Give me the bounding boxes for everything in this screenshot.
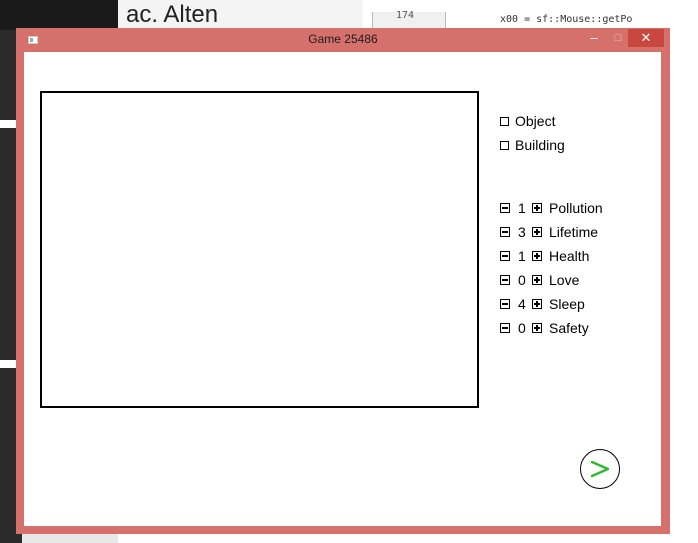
stat-value: 3 — [518, 224, 526, 240]
stat-name: Pollution — [549, 200, 603, 216]
decrement-icon[interactable] — [500, 323, 510, 333]
window-title: Game 25486 — [308, 32, 378, 46]
decrement-icon[interactable] — [500, 299, 510, 309]
decrement-icon[interactable] — [500, 275, 510, 285]
object-label: Object — [515, 113, 556, 129]
background-dark-area — [0, 0, 118, 30]
building-checkbox[interactable] — [500, 140, 509, 150]
background-scroll-number: 174 — [396, 10, 415, 21]
close-button[interactable]: ✕ — [628, 29, 664, 47]
stat-row-lifetime: 3 Lifetime — [500, 223, 598, 241]
increment-icon[interactable] — [532, 227, 542, 237]
decrement-icon[interactable] — [500, 203, 510, 213]
stat-name: Lifetime — [549, 224, 599, 240]
increment-icon[interactable] — [532, 275, 542, 285]
stat-name: Sleep — [549, 296, 585, 312]
next-button[interactable] — [580, 449, 620, 489]
game-client-area: Object Building 1 Pollution 3 Lifetime 1… — [24, 52, 661, 526]
minimize-button[interactable]: – — [584, 30, 604, 48]
stat-value: 1 — [518, 248, 526, 264]
stat-row-pollution: 1 Pollution — [500, 199, 603, 217]
game-canvas[interactable] — [40, 91, 479, 408]
object-checkbox[interactable] — [500, 116, 509, 126]
increment-icon[interactable] — [532, 251, 542, 261]
stat-row-safety: 0 Safety — [500, 319, 589, 337]
background-window-title: ac. Alten — [126, 1, 219, 28]
stat-value: 4 — [518, 296, 526, 312]
chevron-right-icon — [590, 460, 610, 478]
stat-name: Love — [549, 272, 580, 288]
stat-name: Health — [549, 248, 590, 264]
increment-icon[interactable] — [532, 203, 542, 213]
stat-row-sleep: 4 Sleep — [500, 295, 585, 313]
stat-row-health: 1 Health — [500, 247, 589, 265]
title-bar[interactable]: Game 25486 – □ ✕ — [16, 28, 670, 52]
maximize-button[interactable]: □ — [608, 30, 628, 48]
stat-value: 0 — [518, 272, 526, 288]
increment-icon[interactable] — [532, 299, 542, 309]
stat-value: 0 — [518, 320, 526, 336]
stat-name: Safety — [549, 320, 589, 336]
stat-value: 1 — [518, 200, 526, 216]
decrement-icon[interactable] — [500, 251, 510, 261]
decrement-icon[interactable] — [500, 227, 510, 237]
background-code-line: x00 = sf::Mouse::getPo — [500, 14, 633, 25]
game-window: Game 25486 – □ ✕ Object Building 1 Pollu… — [16, 28, 670, 534]
stat-row-love: 0 Love — [500, 271, 579, 289]
increment-icon[interactable] — [532, 323, 542, 333]
object-option[interactable]: Object — [500, 112, 555, 130]
building-label: Building — [515, 137, 565, 153]
building-option[interactable]: Building — [500, 136, 565, 154]
